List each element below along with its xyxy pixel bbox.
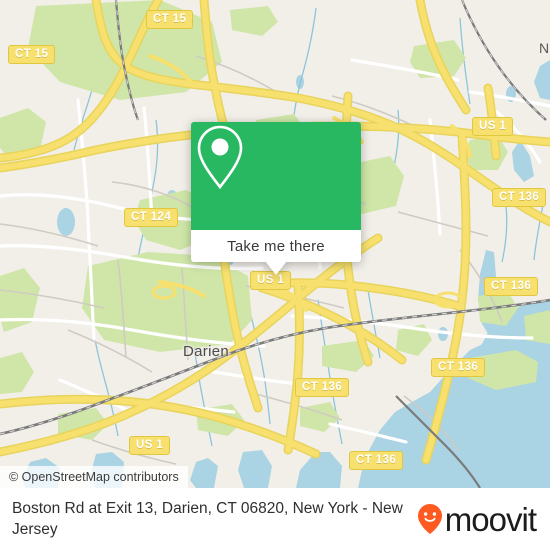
osm-attribution[interactable]: © OpenStreetMap contributors: [0, 466, 188, 488]
road-shield[interactable]: CT 15: [146, 10, 194, 29]
map-pin-icon: [197, 125, 243, 190]
road-shield[interactable]: CT 136: [295, 378, 350, 397]
place-label-partial: N: [539, 40, 550, 56]
take-me-there-label: Take me there: [227, 237, 325, 255]
road-shield[interactable]: US 1: [129, 436, 171, 455]
take-me-there-button[interactable]: Take me there: [191, 230, 361, 262]
road-shield[interactable]: US 1: [472, 117, 514, 136]
moovit-logo[interactable]: moovit: [417, 503, 550, 536]
moovit-pin-smile-icon: [417, 504, 442, 534]
road-shield[interactable]: CT 136: [492, 188, 547, 207]
place-label-darien: Darien: [183, 343, 229, 360]
map-canvas[interactable]: CT 15 CT 15 US 1 CT 136 CT 124 US 1 CT 1…: [0, 0, 550, 488]
address-label: Boston Rd at Exit 13, Darien, CT 06820, …: [12, 500, 403, 538]
screenshot-root: CT 15 CT 15 US 1 CT 136 CT 124 US 1 CT 1…: [0, 0, 550, 550]
road-shield[interactable]: CT 124: [124, 208, 179, 227]
road-shield[interactable]: CT 15: [8, 45, 56, 64]
road-shield[interactable]: CT 136: [484, 277, 539, 296]
osm-attribution-label: © OpenStreetMap contributors: [9, 470, 179, 484]
moovit-wordmark: moovit: [444, 500, 537, 538]
road-shield[interactable]: CT 136: [431, 358, 486, 377]
callout-pin-area: [191, 122, 361, 230]
location-callout[interactable]: Take me there: [191, 122, 361, 275]
callout-tail: [265, 261, 287, 275]
road-shield[interactable]: CT 136: [349, 451, 404, 470]
footer-bar: Boston Rd at Exit 13, Darien, CT 06820, …: [0, 488, 550, 550]
